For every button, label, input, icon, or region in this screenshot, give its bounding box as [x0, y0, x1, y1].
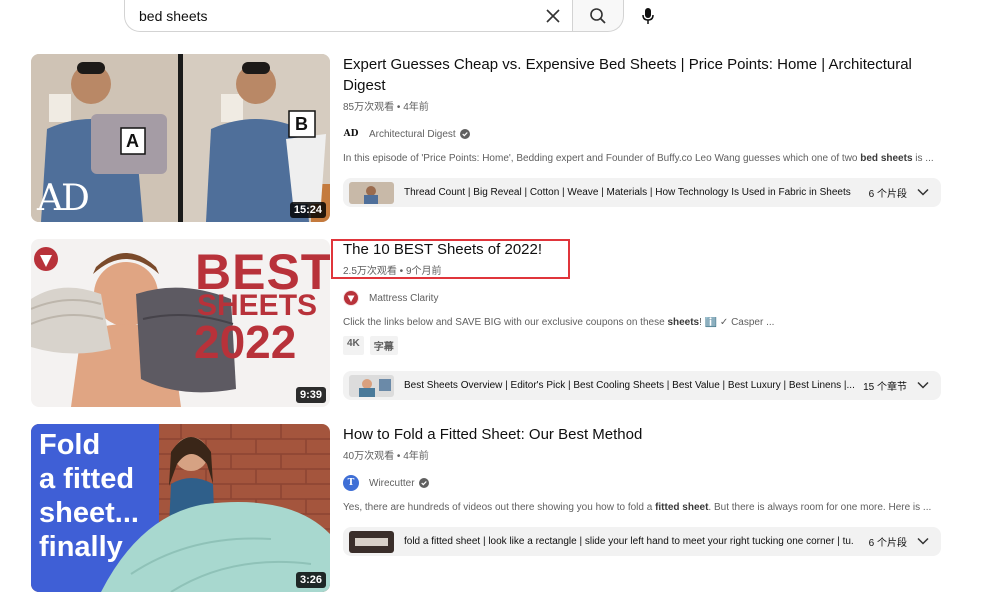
chapters-text: Best Sheets Overview | Editor's Pick | B…	[404, 380, 854, 391]
video-info: How to Fold a Fitted Sheet: Our Best Met…	[343, 424, 941, 556]
channel-row: T Wirecutter	[343, 473, 941, 493]
chapters-text: Thread Count | Big Reveal | Cotton | Wea…	[404, 187, 851, 198]
video-description: Yes, there are hundreds of videos out th…	[343, 502, 932, 513]
badge-subtitles: 字幕	[369, 336, 398, 355]
description-keyword: bed sheets	[860, 153, 913, 164]
video-info: Expert Guesses Cheap vs. Expensive Bed S…	[343, 54, 941, 207]
chevron-down-icon	[917, 537, 929, 545]
description-keyword: fitted sheet	[655, 502, 709, 513]
meta-separator: •	[394, 451, 404, 462]
search-input[interactable]: bed sheets	[124, 0, 572, 32]
video-description: In this episode of 'Price Points: Home',…	[343, 153, 934, 164]
channel-row: AD Architectural Digest	[343, 124, 941, 144]
chapters-count: 15 个章节	[863, 382, 907, 393]
clear-search-button[interactable]	[542, 5, 564, 27]
video-title[interactable]: Expert Guesses Cheap vs. Expensive Bed S…	[343, 54, 941, 96]
thumbnail-label-b: B	[295, 114, 308, 134]
video-meta: 85万次观看 • 4年前	[343, 98, 941, 113]
chapters-count: 6 个片段	[868, 538, 907, 549]
thumbnail-label-a: A	[126, 131, 139, 151]
search-icon	[590, 7, 606, 24]
video-title[interactable]: How to Fold a Fitted Sheet: Our Best Met…	[343, 424, 941, 445]
chapter-thumbnail	[349, 530, 394, 553]
video-duration: 15:24	[289, 202, 326, 218]
channel-name[interactable]: Architectural Digest	[369, 129, 456, 140]
video-thumbnail[interactable]: Fold a fitted sheet... finally 3:26	[31, 424, 330, 592]
video-thumbnail[interactable]: A B AD 15:24	[31, 54, 330, 222]
channel-avatar[interactable]: AD	[343, 126, 359, 142]
verified-icon	[459, 129, 470, 139]
badge-row: 4K 字幕	[343, 336, 941, 355]
video-duration: 9:39	[295, 387, 326, 403]
thumbnail-text-line1: Fold	[39, 429, 101, 461]
search-query[interactable]: bed sheets	[139, 8, 208, 24]
verified-icon	[418, 478, 429, 488]
video-result[interactable]: A B AD 15:24 Expert Guesses Cheap vs. Ex…	[31, 54, 941, 224]
thumbnail-text-year: 2022	[194, 316, 297, 368]
video-thumbnail[interactable]: BEST SHEETS 2022 9:39	[31, 239, 330, 407]
video-description: Click the links below and SAVE BIG with …	[343, 317, 775, 328]
upload-age: 4年前	[403, 451, 429, 462]
microphone-icon	[642, 8, 654, 24]
close-icon	[546, 9, 560, 23]
chapters-bar[interactable]: Thread Count | Big Reveal | Cotton | Wea…	[343, 178, 941, 207]
meta-separator: •	[394, 102, 404, 113]
view-count: 40万次观看	[343, 451, 395, 462]
chevron-down-icon	[917, 381, 929, 389]
channel-avatar[interactable]	[343, 290, 359, 306]
video-meta: 40万次观看 • 4年前	[343, 447, 941, 462]
chapters-bar[interactable]: fold a fitted sheet | look like a rectan…	[343, 527, 941, 556]
channel-avatar[interactable]: T	[343, 475, 359, 491]
badge-4k: 4K	[343, 336, 364, 355]
chapter-thumbnail	[349, 181, 394, 204]
ad-logo: AD	[37, 178, 90, 219]
channel-name[interactable]: Mattress Clarity	[369, 293, 438, 304]
chevron-down-icon	[917, 188, 929, 196]
chapters-bar[interactable]: Best Sheets Overview | Editor's Pick | B…	[343, 371, 941, 400]
mattress-clarity-logo-icon	[344, 291, 358, 305]
view-count: 85万次观看	[343, 102, 395, 113]
thumbnail-text-line2: a fitted	[39, 463, 135, 495]
chapter-thumbnail	[349, 374, 394, 397]
annotation-highlight-box	[331, 239, 570, 279]
search-bar: bed sheets	[124, 0, 624, 32]
channel-row: Mattress Clarity	[343, 288, 941, 308]
channel-name[interactable]: Wirecutter	[369, 478, 415, 489]
search-button[interactable]	[572, 0, 624, 32]
video-result[interactable]: Fold a fitted sheet... finally 3:26 How …	[31, 424, 941, 594]
description-keyword: sheets	[667, 317, 700, 328]
upload-age: 4年前	[403, 102, 429, 113]
thumbnail-text-line3: sheet...	[39, 497, 139, 529]
thumbnail-text-line4: finally	[39, 531, 123, 563]
voice-search-button[interactable]	[636, 4, 660, 28]
chapters-count: 6 个片段	[868, 189, 907, 200]
video-duration: 3:26	[295, 572, 326, 588]
chapters-text: fold a fitted sheet | look like a rectan…	[404, 536, 854, 547]
